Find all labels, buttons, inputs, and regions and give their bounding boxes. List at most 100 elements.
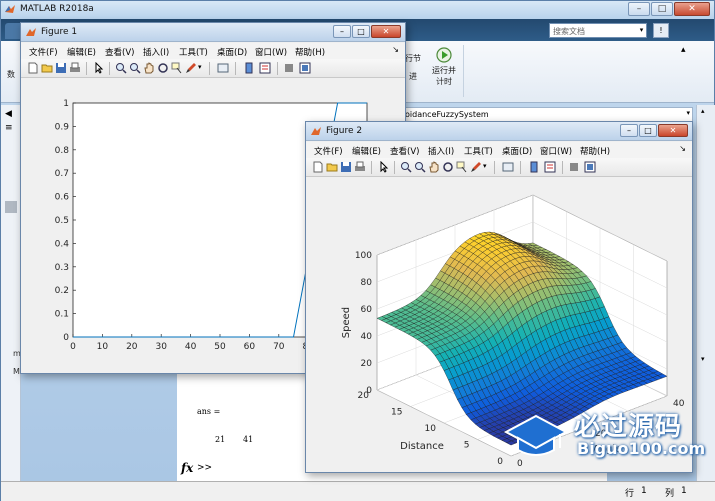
rotate-3d-icon[interactable]: [157, 62, 169, 74]
run-time-line2: 计时: [436, 77, 452, 86]
editor-scrollbar[interactable]: ▴ ▾: [696, 105, 715, 481]
menu-file[interactable]: 文件(F): [314, 145, 343, 157]
command-prompt[interactable]: >>: [197, 463, 212, 473]
new-figure-icon[interactable]: [27, 62, 39, 74]
menu-desktop[interactable]: 桌面(D): [217, 46, 247, 58]
ribbon-collapse-icon[interactable]: ▴: [681, 45, 686, 55]
x-tick-label: 20: [358, 391, 370, 401]
open-file-icon[interactable]: [41, 62, 53, 74]
toolbar-separator: [86, 62, 87, 75]
pointer-icon[interactable]: [93, 62, 105, 74]
figure1-menu-bar: 文件(F) 编辑(E) 查看(V) 插入(I) 工具(T) 桌面(D) 窗口(W…: [21, 43, 405, 59]
toolbar-separator: [235, 62, 236, 75]
scroll-up-icon[interactable]: ▴: [701, 107, 705, 115]
menu-file[interactable]: 文件(F): [29, 46, 58, 58]
figure2-minimize-button[interactable]: –: [620, 124, 638, 137]
menu-insert[interactable]: 插入(I): [143, 46, 169, 58]
figure2-close-button[interactable]: ✕: [658, 124, 688, 137]
brush-icon[interactable]: [185, 62, 197, 74]
rotate-3d-icon[interactable]: [442, 161, 454, 173]
ribbon-left-label: 数: [7, 70, 15, 79]
save-icon[interactable]: [55, 62, 67, 74]
menu-window[interactable]: 窗口(W): [540, 145, 572, 157]
link-plot-icon[interactable]: [217, 62, 229, 74]
brush-dropdown-icon[interactable]: ▾: [483, 162, 487, 170]
figure2-title-bar[interactable]: Figure 2 – □ ✕: [306, 122, 692, 141]
hide-plot-tools-icon[interactable]: [568, 161, 580, 173]
maximize-button[interactable]: □: [651, 2, 673, 16]
x-tick-label: 40: [185, 342, 197, 352]
figure2-maximize-button[interactable]: □: [639, 124, 657, 137]
menu-dock-arrow-icon[interactable]: ↘: [392, 45, 399, 54]
menu-edit[interactable]: 编辑(E): [352, 145, 381, 157]
y-tick-label: 0.4: [55, 239, 70, 249]
back-arrow-icon[interactable]: ◀: [5, 109, 12, 119]
data-cursor-icon[interactable]: [171, 62, 183, 74]
brush-dropdown-icon[interactable]: ▾: [198, 63, 202, 71]
figure1-title-bar[interactable]: Figure 1 – □ ✕: [21, 23, 405, 42]
current-folder-address[interactable]: oidanceFuzzySystem ▾: [401, 107, 693, 122]
menu-edit[interactable]: 编辑(E): [67, 46, 96, 58]
legend-icon[interactable]: [259, 62, 271, 74]
ribbon-advance-label[interactable]: 进: [409, 71, 417, 82]
save-icon[interactable]: [340, 161, 352, 173]
zoom-in-icon[interactable]: [400, 161, 412, 173]
menu-lines-icon[interactable]: ≡: [5, 123, 13, 133]
watermark-cn-text: 必过源码: [574, 412, 683, 442]
folder-scroll-thumb[interactable]: [5, 201, 17, 213]
hide-plot-tools-icon[interactable]: [283, 62, 295, 74]
address-dropdown-icon[interactable]: ▾: [686, 109, 690, 117]
menu-insert[interactable]: 插入(I): [428, 145, 454, 157]
menu-view[interactable]: 查看(V): [390, 145, 419, 157]
menu-view[interactable]: 查看(V): [105, 46, 134, 58]
menu-tools[interactable]: 工具(T): [179, 46, 208, 58]
menu-window[interactable]: 窗口(W): [255, 46, 287, 58]
z-axis-label: Speed: [341, 307, 352, 338]
print-icon[interactable]: [354, 161, 366, 173]
toolbar-separator: [394, 161, 395, 174]
colorbar-icon[interactable]: [243, 62, 255, 74]
link-plot-icon[interactable]: [502, 161, 514, 173]
run-and-time-button[interactable]: 运行并 计时: [429, 45, 459, 87]
brush-icon[interactable]: [470, 161, 482, 173]
toolbar-separator: [109, 62, 110, 75]
status-bar: 行 1 列 1: [1, 481, 715, 501]
ribbon-run-section-label[interactable]: 行节: [405, 53, 421, 64]
scroll-down-icon[interactable]: ▾: [701, 355, 705, 363]
show-plot-tools-icon[interactable]: [299, 62, 311, 74]
pan-hand-icon[interactable]: [143, 62, 155, 74]
close-button[interactable]: ✕: [674, 2, 710, 16]
menu-help[interactable]: 帮助(H): [295, 46, 325, 58]
notification-icon[interactable]: !: [653, 23, 669, 38]
figure1-close-button[interactable]: ✕: [371, 25, 401, 38]
colorbar-icon[interactable]: [528, 161, 540, 173]
minimize-button[interactable]: –: [628, 2, 650, 16]
show-plot-tools-icon[interactable]: [584, 161, 596, 173]
menu-tools[interactable]: 工具(T): [464, 145, 493, 157]
data-cursor-icon[interactable]: [456, 161, 468, 173]
ribbon-divider: [463, 45, 464, 97]
main-title-bar: MATLAB R2018a – □ ✕: [1, 1, 714, 19]
x-tick-label: 60: [244, 342, 256, 352]
search-documentation-input[interactable]: 搜索文档: [549, 23, 639, 38]
zoom-in-icon[interactable]: [115, 62, 127, 74]
figure1-maximize-button[interactable]: □: [352, 25, 370, 38]
status-line-label: 行: [625, 489, 635, 499]
zoom-out-icon[interactable]: [129, 62, 141, 74]
main-window-title: MATLAB R2018a: [20, 4, 94, 14]
new-figure-icon[interactable]: [312, 161, 324, 173]
toolbar-separator: [494, 161, 495, 174]
pointer-icon[interactable]: [378, 161, 390, 173]
search-dropdown-icon[interactable]: ▾: [637, 23, 647, 38]
ans-value-2: 41: [243, 435, 254, 444]
legend-icon[interactable]: [544, 161, 556, 173]
open-file-icon[interactable]: [326, 161, 338, 173]
zoom-out-icon[interactable]: [414, 161, 426, 173]
figure1-minimize-button[interactable]: –: [333, 25, 351, 38]
menu-desktop[interactable]: 桌面(D): [502, 145, 532, 157]
fx-icon[interactable]: fx: [181, 461, 193, 475]
menu-dock-arrow-icon[interactable]: ↘: [679, 144, 686, 153]
pan-hand-icon[interactable]: [428, 161, 440, 173]
print-icon[interactable]: [69, 62, 81, 74]
menu-help[interactable]: 帮助(H): [580, 145, 610, 157]
